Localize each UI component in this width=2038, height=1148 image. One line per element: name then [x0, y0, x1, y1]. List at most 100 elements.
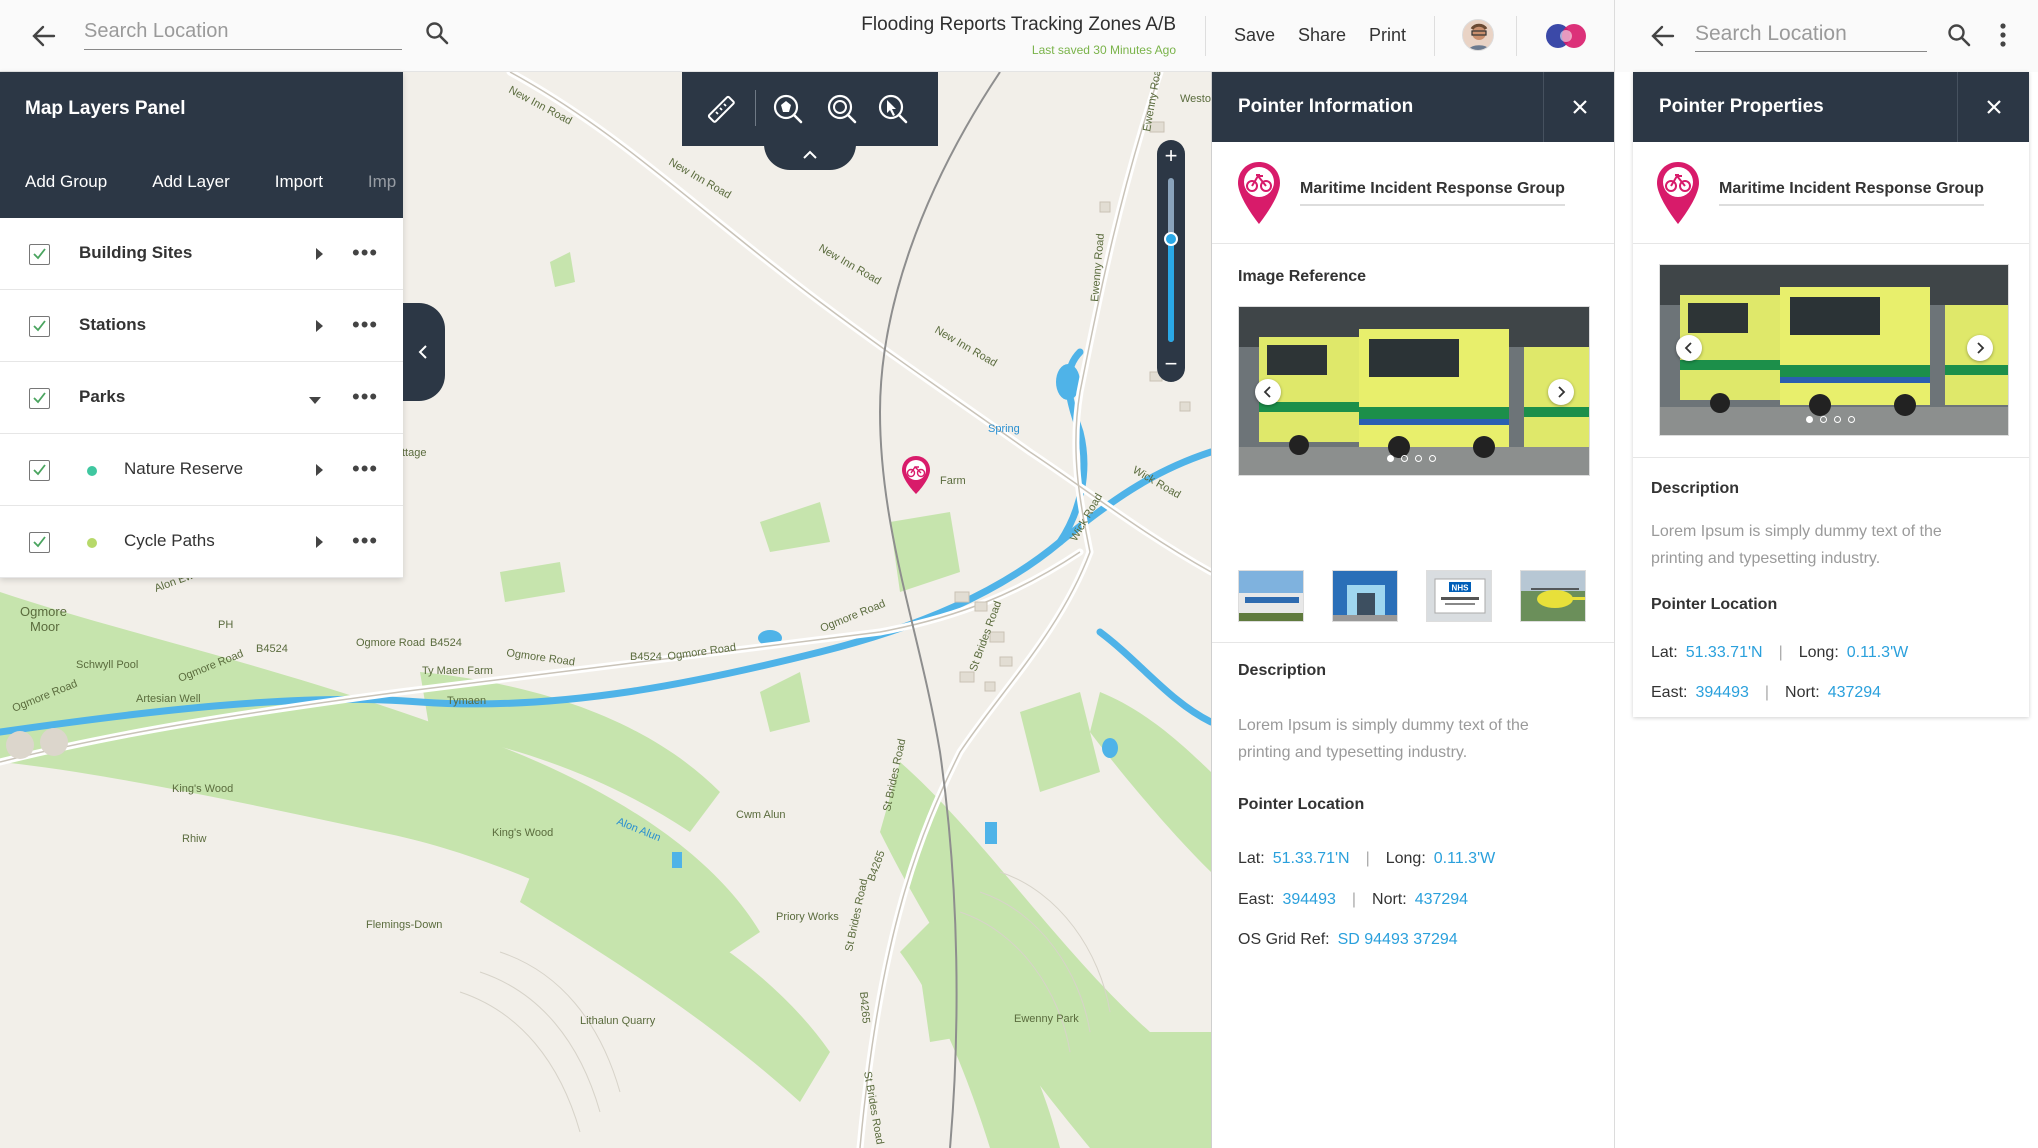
layer-checkbox[interactable]: [29, 244, 50, 265]
more-options-icon[interactable]: •••: [352, 530, 378, 552]
save-button[interactable]: Save: [1234, 25, 1275, 46]
carousel-dot[interactable]: [1387, 455, 1394, 462]
carousel-prev-button[interactable]: [1676, 335, 1702, 361]
expand-arrow-icon[interactable]: [313, 462, 325, 478]
layer-checkbox[interactable]: [29, 532, 50, 553]
more-options-icon[interactable]: •••: [352, 242, 378, 264]
image-thumbnail[interactable]: [1332, 570, 1398, 622]
search-icon[interactable]: [424, 20, 450, 46]
lat-value[interactable]: 51.33.71'N: [1686, 644, 1763, 661]
divider: [1633, 243, 2029, 244]
layer-checkbox[interactable]: [29, 460, 50, 481]
layer-row-cycle-paths[interactable]: Cycle Paths •••: [0, 506, 403, 578]
carousel-dot[interactable]: [1806, 416, 1813, 423]
image-thumbnail[interactable]: NHS: [1426, 570, 1492, 622]
layer-label: Stations: [79, 315, 147, 334]
layer-row-nature-reserve[interactable]: Nature Reserve •••: [0, 434, 403, 506]
carousel-dot[interactable]: [1848, 416, 1855, 423]
properties-top-bar: [1615, 0, 2038, 72]
document-title: Flooding Reports Tracking Zones A/B: [861, 14, 1176, 35]
separator: |: [1365, 850, 1370, 867]
east-value[interactable]: 394493: [1282, 891, 1335, 908]
grid-ref-value[interactable]: SD 94493 37294: [1338, 931, 1458, 948]
image-carousel[interactable]: [1659, 264, 2009, 436]
divider: [1633, 457, 2029, 458]
expand-arrow-icon[interactable]: [313, 534, 325, 550]
zoom-control: + −: [1157, 140, 1185, 382]
pointer-select-icon[interactable]: [876, 92, 910, 126]
group-name-link[interactable]: Maritime Incident Response Group: [1719, 180, 1984, 206]
layer-row-parks[interactable]: Parks •••: [0, 362, 403, 434]
description-text: Lorem Ipsum is simply dummy text of the …: [1238, 717, 1529, 761]
radius-select-icon[interactable]: [825, 92, 859, 126]
kebab-menu-icon[interactable]: [1999, 22, 2007, 48]
image-carousel[interactable]: [1238, 306, 1590, 476]
import-button[interactable]: Import: [275, 172, 323, 192]
collapse-arrow-icon[interactable]: [307, 394, 323, 406]
group-name-link[interactable]: Maritime Incident Response Group: [1300, 180, 1565, 206]
organisation-logo-icon[interactable]: [1544, 20, 1590, 52]
expand-arrow-icon[interactable]: [313, 246, 325, 262]
carousel-dot[interactable]: [1834, 416, 1841, 423]
pointer-info-title: Pointer Information: [1238, 96, 1414, 117]
layer-checkbox[interactable]: [29, 316, 50, 337]
more-options-icon[interactable]: •••: [352, 314, 378, 336]
nort-value[interactable]: 437294: [1828, 684, 1881, 701]
long-value[interactable]: 0.11.3'W: [1434, 850, 1495, 867]
checkmark-icon: [33, 320, 46, 332]
add-layer-button[interactable]: Add Layer: [152, 172, 230, 192]
nort-value[interactable]: 437294: [1415, 891, 1468, 908]
back-arrow-icon[interactable]: [1647, 20, 1679, 52]
long-value[interactable]: 0.11.3'W: [1847, 644, 1908, 661]
more-options-icon[interactable]: •••: [352, 386, 378, 408]
lat-long-line: Lat: 51.33.71'N | Long: 0.11.3'W: [1651, 644, 1908, 662]
layer-label: Parks: [79, 387, 126, 406]
image-thumbnail[interactable]: [1520, 570, 1586, 622]
layer-row-building-sites[interactable]: Building Sites •••: [0, 218, 403, 290]
image-thumbnail[interactable]: [1238, 570, 1304, 622]
carousel-next-button[interactable]: [1548, 379, 1574, 405]
layer-row-stations[interactable]: Stations •••: [0, 290, 403, 362]
zoom-slider-handle[interactable]: [1164, 232, 1178, 247]
east-nort-line: East: 394493 | Nort: 437294: [1651, 684, 1881, 702]
add-group-button[interactable]: Add Group: [25, 172, 107, 192]
east-value[interactable]: 394493: [1695, 684, 1748, 701]
user-avatar[interactable]: [1462, 19, 1494, 51]
expand-arrow-icon[interactable]: [313, 318, 325, 334]
nort-label: Nort:: [1372, 891, 1407, 908]
carousel-dot[interactable]: [1415, 455, 1422, 462]
map-label-b4524-1: B4524: [256, 643, 288, 655]
more-options-icon[interactable]: •••: [352, 458, 378, 480]
checkmark-icon: [33, 464, 46, 476]
polygon-select-icon[interactable]: [771, 92, 805, 126]
nhs-logo-text: NHS: [1452, 584, 1470, 593]
user-avatar-icon: [1463, 20, 1493, 50]
carousel-prev-button[interactable]: [1255, 379, 1281, 405]
carousel-dot[interactable]: [1429, 455, 1436, 462]
ruler-icon[interactable]: [704, 92, 738, 126]
carousel-dot[interactable]: [1401, 455, 1408, 462]
separator: |: [1778, 644, 1783, 661]
layers-panel-header: Map Layers Panel Add Group Add Layer Imp…: [0, 72, 403, 218]
chevron-right-icon: [1558, 386, 1566, 398]
close-button[interactable]: [1543, 72, 1615, 142]
share-button[interactable]: Share: [1298, 25, 1346, 46]
collapse-panel-button[interactable]: [403, 303, 445, 401]
search-location-input[interactable]: [1695, 16, 1927, 52]
ambulance-photo: [1239, 307, 1589, 475]
back-arrow-icon[interactable]: [28, 20, 60, 52]
toolbar-collapse-tab[interactable]: [764, 144, 856, 170]
carousel-next-button[interactable]: [1967, 335, 1993, 361]
close-icon: [1573, 100, 1587, 114]
overflow-toolbar-item[interactable]: Imp: [368, 172, 396, 192]
carousel-dot[interactable]: [1820, 416, 1827, 423]
zoom-in-button[interactable]: +: [1157, 142, 1185, 170]
layer-checkbox[interactable]: [29, 388, 50, 409]
search-location-input[interactable]: [84, 14, 402, 50]
divider: [1212, 243, 1616, 244]
print-button[interactable]: Print: [1369, 25, 1406, 46]
search-icon[interactable]: [1946, 22, 1972, 48]
close-button[interactable]: [1957, 72, 2029, 142]
lat-value[interactable]: 51.33.71'N: [1273, 850, 1350, 867]
zoom-out-button[interactable]: −: [1157, 350, 1185, 378]
